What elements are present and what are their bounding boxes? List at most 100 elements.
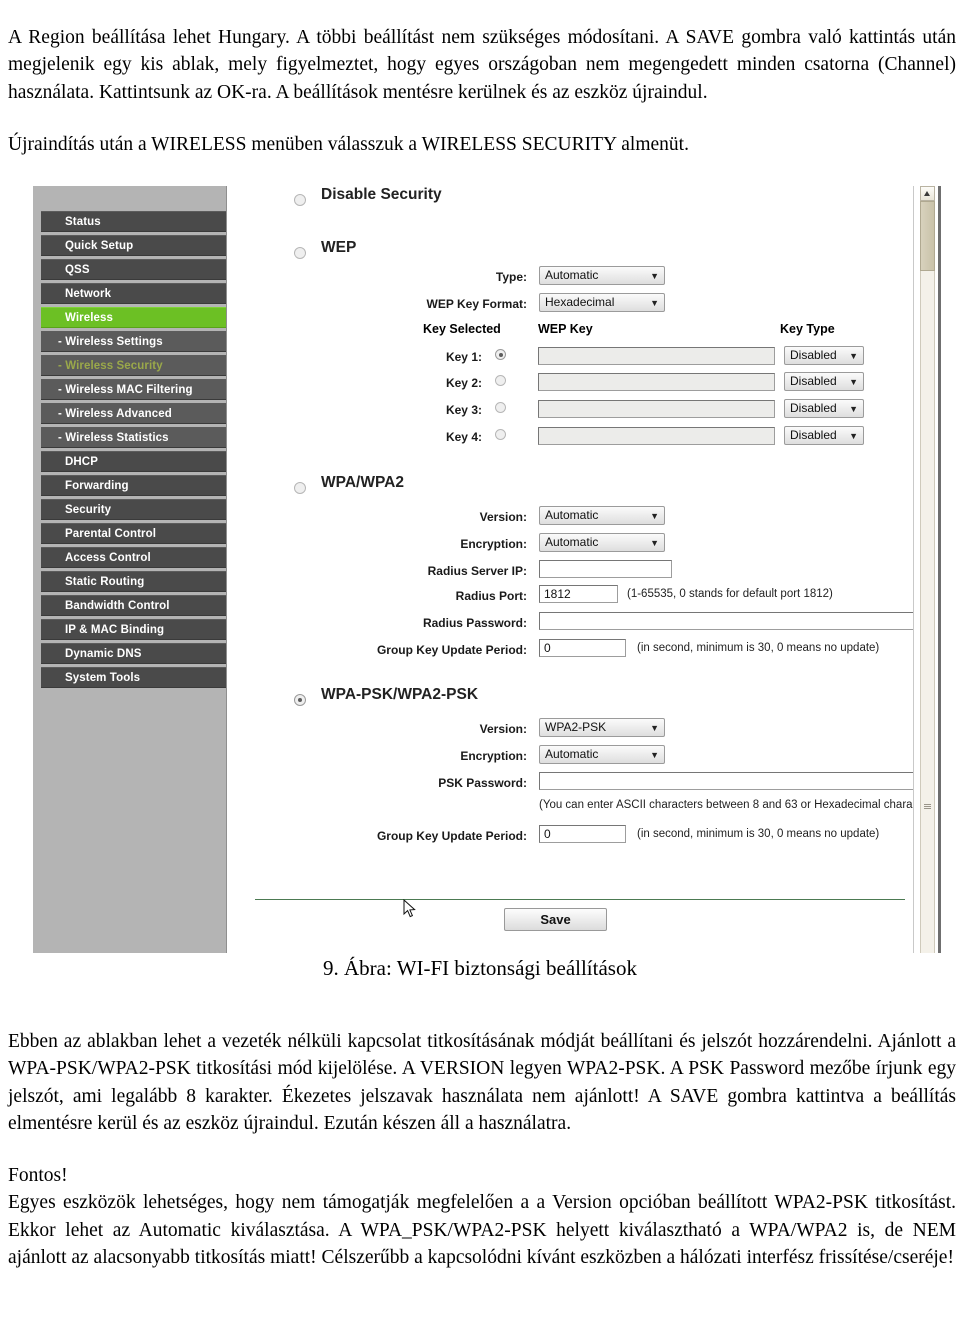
sidebar-item-wireless-advanced[interactable]: - Wireless Advanced xyxy=(41,403,226,424)
sidebar-item-dynamic-dns[interactable]: Dynamic DNS xyxy=(41,643,226,664)
chevron-down-icon: ▼ xyxy=(849,404,858,414)
label-wpa-psk: WPA-PSK/WPA2-PSK xyxy=(321,686,479,703)
select-key-type-3[interactable]: Disabled ▼ xyxy=(784,399,864,418)
input-wpa-group-key-period[interactable]: 0 xyxy=(539,639,626,657)
input-psk-group-key-period[interactable]: 0 xyxy=(539,825,626,843)
label-radius-password: Radius Password: xyxy=(422,616,527,630)
label-psk-version: Version: xyxy=(479,722,527,736)
sidebar-item-qss[interactable]: QSS xyxy=(41,259,226,280)
outro-text-block: Ebben az ablakban lehet a vezeték nélkül… xyxy=(8,1008,956,1272)
sidebar-item-status[interactable]: Status xyxy=(41,211,226,232)
input-wep-key-1[interactable] xyxy=(538,347,775,365)
sidebar-item-wireless-statistics[interactable]: - Wireless Statistics xyxy=(41,427,226,448)
scrollbar-track[interactable] xyxy=(920,186,935,953)
sidebar-item-access-control[interactable]: Access Control xyxy=(41,547,226,568)
input-wep-key-3[interactable] xyxy=(538,400,775,418)
scrollbar-grip-icon xyxy=(924,804,931,811)
sidebar-item-ip-mac-binding[interactable]: IP & MAC Binding xyxy=(41,619,226,640)
select-wpa-encryption-value: Automatic xyxy=(545,535,599,549)
radio-disable-security[interactable] xyxy=(294,194,306,206)
label-key-2: Key 2: xyxy=(445,376,482,390)
chevron-down-icon: ▼ xyxy=(650,723,659,733)
sidebar-item-dhcp[interactable]: DHCP xyxy=(41,451,226,472)
sidebar-item-static-routing[interactable]: Static Routing xyxy=(41,571,226,592)
chevron-down-icon: ▼ xyxy=(650,511,659,521)
label-wep: WEP xyxy=(321,239,357,256)
sidebar-item-wireless-security[interactable]: - Wireless Security xyxy=(41,355,226,376)
chevron-down-icon: ▼ xyxy=(650,271,659,281)
router-ui: Status Quick Setup QSS Network Wireless … xyxy=(33,186,941,953)
sidebar-item-network[interactable]: Network xyxy=(41,283,226,304)
input-psk-password[interactable] xyxy=(539,772,913,790)
label-disable-security: Disable Security xyxy=(321,186,442,203)
select-psk-encryption[interactable]: Automatic ▼ xyxy=(539,745,665,764)
radio-wep[interactable] xyxy=(294,247,306,259)
input-radius-password[interactable] xyxy=(539,612,913,630)
sidebar-item-wireless[interactable]: Wireless xyxy=(41,307,226,328)
router-content-pane: Disable Security WEP Type: Automatic ▼ W… xyxy=(227,186,913,953)
radio-key-2[interactable] xyxy=(495,375,506,386)
sidebar-item-bandwidth-control[interactable]: Bandwidth Control xyxy=(41,595,226,616)
select-wep-key-format-value: Hexadecimal xyxy=(545,295,615,309)
label-wpa-group-key-period: Group Key Update Period: xyxy=(376,643,527,657)
select-wpa-version[interactable]: Automatic ▼ xyxy=(539,506,665,525)
sidebar-item-parental-control[interactable]: Parental Control xyxy=(41,523,226,544)
radio-key-1[interactable] xyxy=(495,349,506,360)
col-header-key-selected: Key Selected xyxy=(423,322,501,336)
label-wep-type: Type: xyxy=(495,270,527,284)
radio-wpa-wpa2[interactable] xyxy=(294,482,306,494)
select-psk-version-value: WPA2-PSK xyxy=(545,720,607,734)
hint-radius-port: (1-65535, 0 stands for default port 1812… xyxy=(627,588,833,600)
label-wpa-encryption: Encryption: xyxy=(460,537,527,551)
chevron-down-icon: ▼ xyxy=(650,538,659,548)
sidebar-item-forwarding[interactable]: Forwarding xyxy=(41,475,226,496)
label-key-3: Key 3: xyxy=(445,403,482,417)
arrow-up-icon xyxy=(924,191,930,196)
sidebar-item-wireless-mac-filtering[interactable]: - Wireless MAC Filtering xyxy=(41,379,226,400)
intro-paragraph: A Region beállítása lehet Hungary. A töb… xyxy=(8,26,956,103)
figure-caption: 9. Ábra: WI-FI biztonsági beállítások xyxy=(323,956,637,980)
select-wep-type[interactable]: Automatic ▼ xyxy=(539,266,665,285)
select-wep-type-value: Automatic xyxy=(545,268,599,282)
select-wpa-encryption[interactable]: Automatic ▼ xyxy=(539,533,665,552)
select-wep-key-format[interactable]: Hexadecimal ▼ xyxy=(539,293,665,312)
chevron-down-icon: ▼ xyxy=(849,431,858,441)
input-radius-server-ip[interactable] xyxy=(539,560,672,578)
router-window-edge xyxy=(938,186,941,953)
select-key-type-4-value: Disabled xyxy=(790,428,837,442)
chevron-down-icon: ▼ xyxy=(849,351,858,361)
router-admin-screenshot: Status Quick Setup QSS Network Wireless … xyxy=(33,186,941,953)
input-wep-key-4[interactable] xyxy=(538,427,775,445)
intro-paragraph-2: Újraindítás után a WIRELESS menüben vála… xyxy=(8,134,689,155)
radio-key-3[interactable] xyxy=(495,402,506,413)
hint-psk-group-key-period: (in second, minimum is 30, 0 means no up… xyxy=(637,828,880,840)
select-key-type-2[interactable]: Disabled ▼ xyxy=(784,372,864,391)
sidebar-item-quick-setup[interactable]: Quick Setup xyxy=(41,235,226,256)
input-wep-key-2[interactable] xyxy=(538,373,775,391)
radio-wpa-psk[interactable] xyxy=(294,694,306,706)
select-key-type-3-value: Disabled xyxy=(790,401,837,415)
label-psk-group-key-period: Group Key Update Period: xyxy=(376,829,527,843)
scrollbar-thumb[interactable] xyxy=(920,201,935,271)
sidebar-item-security[interactable]: Security xyxy=(41,499,226,520)
radio-key-4[interactable] xyxy=(495,429,506,440)
label-radius-server-ip: Radius Server IP: xyxy=(427,564,527,578)
router-sidebar-menu: Status Quick Setup QSS Network Wireless … xyxy=(41,211,226,691)
select-psk-version[interactable]: WPA2-PSK ▼ xyxy=(539,718,665,737)
label-wep-key-format: WEP Key Format: xyxy=(426,297,527,311)
save-button[interactable]: Save xyxy=(504,908,607,931)
sidebar-item-system-tools[interactable]: System Tools xyxy=(41,667,226,688)
chevron-down-icon: ▼ xyxy=(849,377,858,387)
select-key-type-1[interactable]: Disabled ▼ xyxy=(784,346,864,365)
hint-psk-password: (You can enter ASCII characters between … xyxy=(539,799,913,811)
scrollbar-up-button[interactable] xyxy=(920,186,935,201)
label-key-4: Key 4: xyxy=(445,430,482,444)
sidebar-item-wireless-settings[interactable]: - Wireless Settings xyxy=(41,331,226,352)
hint-wpa-group-key-period: (in second, minimum is 30, 0 means no up… xyxy=(637,642,880,654)
outro-paragraph: Ebben az ablakban lehet a vezeték nélkül… xyxy=(8,1030,956,1135)
select-key-type-4[interactable]: Disabled ▼ xyxy=(784,426,864,445)
input-radius-port[interactable]: 1812 xyxy=(539,585,618,603)
col-header-key-type: Key Type xyxy=(780,322,835,336)
chevron-down-icon: ▼ xyxy=(650,750,659,760)
router-scrollbar[interactable] xyxy=(913,186,941,953)
